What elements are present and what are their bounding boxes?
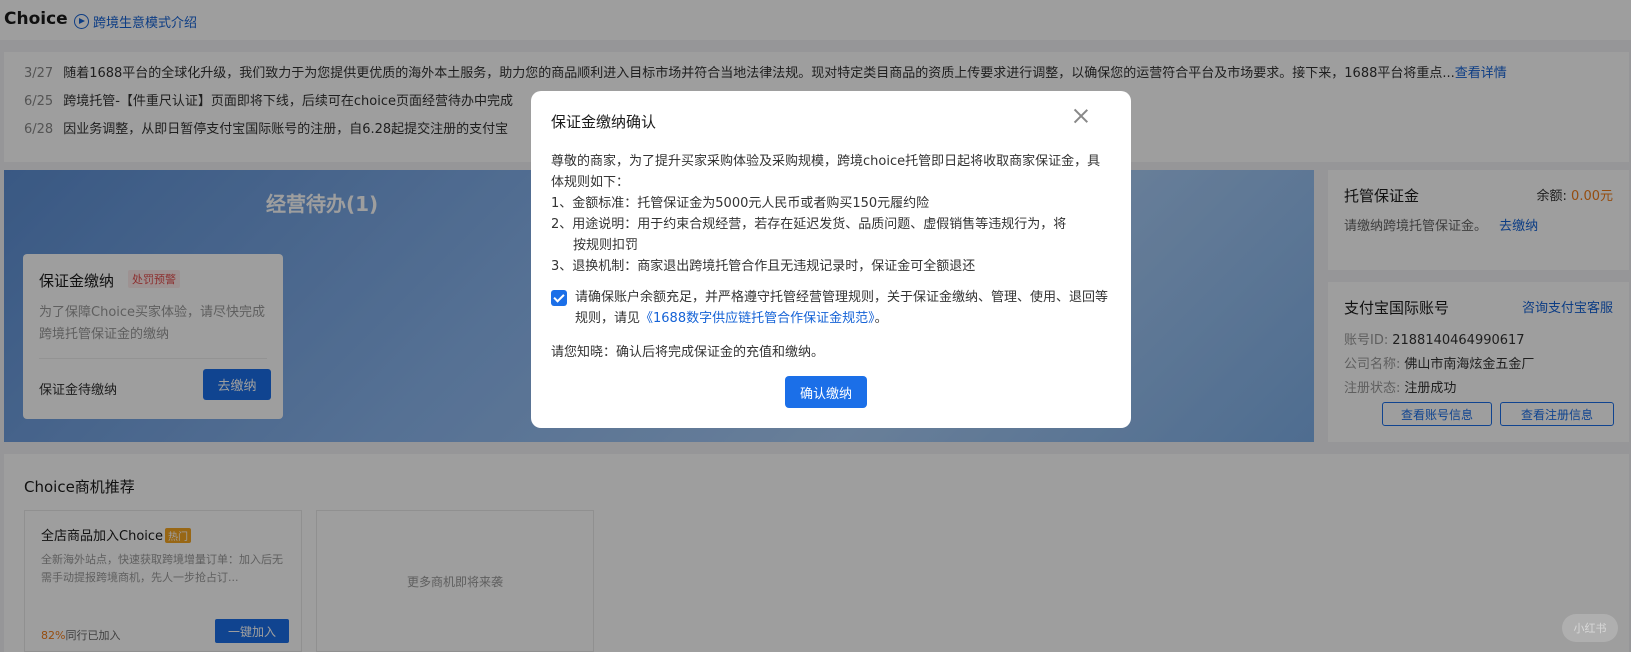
page: Choice 跨境生意模式介绍 3/27 随着1688平台的全球化升级，我们致力于… — [0, 0, 1631, 652]
watermark-logo: 小红书 — [1562, 614, 1618, 642]
rule-usage: 2、用途说明：用于约束合规经营，若存在延迟发货、品质问题、虚假销售等违规行为，将 — [551, 217, 1067, 232]
agreement-checkbox[interactable] — [551, 290, 567, 306]
dialog-title: 保证金缴纳确认 — [551, 113, 657, 131]
rule-amount: 1、金额标准：托管保证金为5000元人民币或者购买150元履约险 — [551, 196, 930, 211]
confirm-pay-button[interactable]: 确认缴纳 — [785, 376, 867, 408]
agreement-text-end: 。 — [874, 311, 888, 326]
agreement-row: 请确保账户余额充足，并严格遵守托管经营管理规则，关于保证金缴纳、管理、使用、退回… — [551, 287, 1111, 329]
dialog-rules: 尊敬的商家，为了提升买家采购体验及采购规模，跨境choice托管即日起将收取商家… — [551, 151, 1111, 277]
close-icon[interactable] — [1072, 107, 1090, 125]
dialog-note: 请您知晓：确认后将完成保证金的充值和缴纳。 — [551, 345, 825, 360]
dialog-intro: 尊敬的商家，为了提升买家采购体验及采购规模，跨境choice托管即日起将收取商家… — [551, 154, 1101, 190]
deposit-spec-link[interactable]: 《1688数字供应链托管合作保证金规范》 — [640, 311, 875, 326]
rule-refund: 3、退换机制：商家退出跨境托管合作且无违规记录时，保证金可全额退还 — [551, 259, 976, 274]
rule-usage-cont: 按规则扣罚 — [573, 238, 639, 253]
agreement-text: 请确保账户余额充足，并严格遵守托管经营管理规则，关于保证金缴纳、管理、使用、退回… — [551, 287, 1111, 329]
deposit-confirm-dialog: 保证金缴纳确认 尊敬的商家，为了提升买家采购体验及采购规模，跨境choice托管… — [531, 91, 1131, 428]
